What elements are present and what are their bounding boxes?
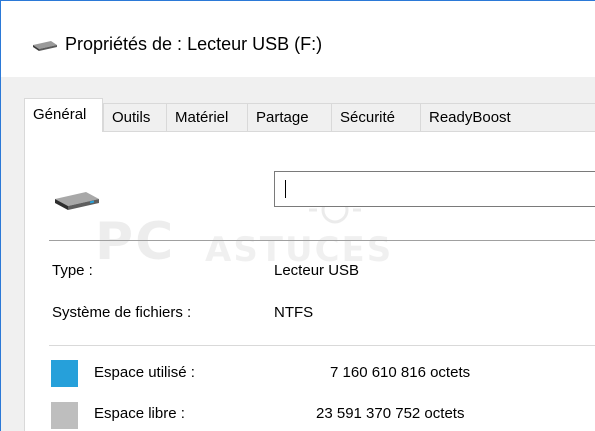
filesystem-value: NTFS [274, 304, 314, 321]
tab-security[interactable]: Sécurité [331, 103, 421, 131]
type-value: Lecteur USB [274, 262, 360, 279]
tab-strip: Général Outils Matériel Partage Sécurité… [24, 98, 595, 132]
free-space-value: 23 591 370 752 octets [316, 405, 465, 422]
tab-sharing[interactable]: Partage [247, 103, 332, 131]
tab-label: Outils [112, 109, 151, 126]
tab-hardware[interactable]: Matériel [166, 103, 248, 131]
separator [49, 240, 595, 241]
usb-drive-icon [52, 190, 102, 219]
free-space-swatch [51, 402, 78, 429]
tab-general[interactable]: Général [24, 98, 103, 132]
tab-label: Partage [256, 109, 309, 126]
tab-label: ReadyBoost [429, 109, 511, 126]
tab-tools[interactable]: Outils [103, 103, 167, 131]
type-label: Type : [52, 262, 93, 279]
separator [49, 345, 595, 346]
tab-label: Général [33, 106, 87, 123]
text-caret [285, 180, 286, 198]
used-space-value: 7 160 610 816 octets [330, 364, 471, 381]
window-title: Propriétés de : Lecteur USB (F:) [65, 34, 323, 54]
filesystem-label: Système de fichiers : [52, 304, 192, 321]
title-bar[interactable]: Propriétés de : Lecteur USB (F:) [1, 1, 595, 77]
tab-readyboost[interactable]: ReadyBoost [420, 103, 595, 131]
tab-label: Sécurité [340, 109, 396, 126]
tab-label: Matériel [175, 109, 229, 126]
used-space-label: Espace utilisé : [94, 364, 195, 381]
drive-name-input[interactable] [274, 171, 595, 207]
usb-drive-icon [31, 39, 59, 58]
used-space-swatch [51, 360, 78, 387]
free-space-label: Espace libre : [94, 405, 185, 422]
